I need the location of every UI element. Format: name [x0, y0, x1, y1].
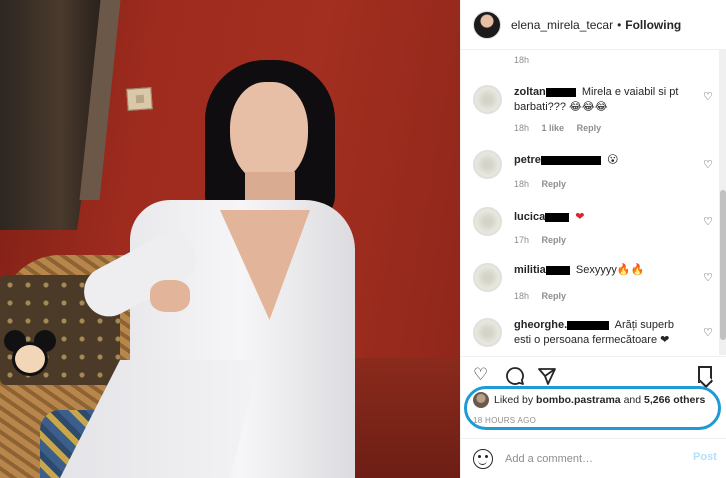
redaction-bar: [545, 87, 576, 97]
post-sidebar: elena_mirela_tecar • Following 18h zolta…: [460, 0, 726, 478]
following-button[interactable]: Following: [625, 18, 681, 32]
comment-like-icon[interactable]: ♡: [703, 90, 713, 103]
commenter-avatar[interactable]: [473, 85, 502, 114]
mickey-mouse-print: [2, 330, 58, 378]
comment-text: ❤: [575, 211, 585, 223]
comment-like-icon[interactable]: ♡: [703, 271, 713, 284]
reply-button[interactable]: Reply: [542, 235, 567, 245]
comment-likes[interactable]: 1 like: [542, 123, 565, 133]
comment-text: Sexyyyy🔥🔥: [575, 264, 645, 276]
comment-time: 18h: [514, 123, 530, 133]
commenter-avatar[interactable]: [473, 263, 502, 292]
scrollbar-thumb[interactable]: [720, 190, 726, 340]
post-header: elena_mirela_tecar • Following: [461, 0, 726, 50]
post-button[interactable]: Post: [693, 451, 717, 463]
comment-time: 17h: [514, 235, 530, 245]
reply-button[interactable]: Reply: [542, 179, 567, 189]
redaction-bar: [545, 265, 570, 275]
person-figure: [60, 60, 360, 478]
bookmark-icon[interactable]: [698, 366, 712, 383]
liker-username[interactable]: bombo.pastrama: [536, 394, 621, 406]
redaction-bar: [540, 155, 601, 165]
add-comment-bar: Post: [461, 438, 726, 478]
heart-icon[interactable]: ♡: [473, 366, 488, 383]
comment-input[interactable]: [505, 450, 675, 468]
post-timestamp: 18 HOURS AGO: [473, 416, 537, 425]
redaction-bar: [545, 212, 570, 222]
comment-username[interactable]: lucica: [514, 211, 545, 223]
emoji-icon[interactable]: [473, 449, 493, 469]
likes-others[interactable]: 5,266 others: [644, 394, 705, 406]
author-avatar[interactable]: [473, 10, 501, 39]
likes-summary[interactable]: Liked by bombo.pastrama and 5,266 others: [473, 392, 705, 408]
likes-middle: and: [623, 394, 642, 406]
reply-button[interactable]: Reply: [577, 123, 602, 133]
commenter-avatar[interactable]: [473, 150, 502, 179]
comment-like-icon[interactable]: ♡: [703, 215, 713, 228]
reply-button[interactable]: Reply: [542, 291, 567, 301]
comment-username[interactable]: petre: [514, 154, 541, 166]
post-photo[interactable]: [0, 0, 460, 478]
comment-like-icon[interactable]: ♡: [703, 158, 713, 171]
likes-prefix: Liked by: [494, 394, 534, 406]
commenter-avatar[interactable]: [473, 207, 502, 236]
action-bar: ♡: [461, 356, 726, 390]
comment-username[interactable]: militia: [514, 264, 546, 276]
comment-time: 18h: [514, 291, 530, 301]
liker-avatar: [473, 392, 489, 408]
redaction-bar: [567, 320, 610, 330]
comment-username[interactable]: zoltan: [514, 86, 546, 98]
author-username[interactable]: elena_mirela_tecar: [511, 18, 613, 32]
comments-list[interactable]: 18h zoltan Mirela e vaiabil si pt barbat…: [461, 50, 719, 355]
comments-scrollbar[interactable]: [719, 50, 726, 355]
comment-like-icon[interactable]: ♡: [703, 326, 713, 339]
commenter-avatar[interactable]: [473, 318, 502, 347]
header-separator: •: [617, 17, 622, 32]
comment-time: 18h: [514, 179, 530, 189]
comment-text: 😮: [606, 154, 619, 166]
comment-username[interactable]: gheorghe.: [514, 319, 567, 331]
caption-time: 18h: [514, 55, 530, 65]
